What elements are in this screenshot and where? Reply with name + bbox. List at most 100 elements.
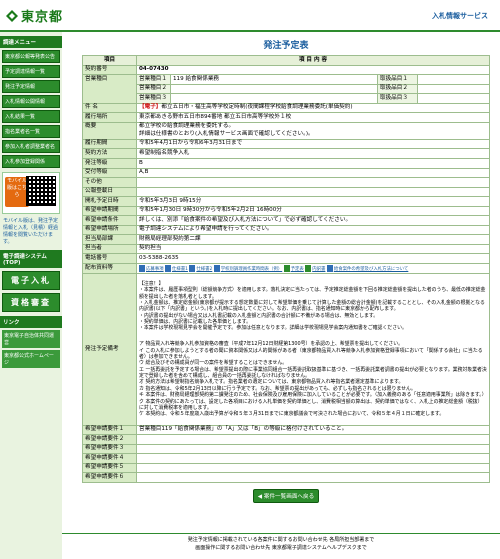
spreadsheet-icon	[283, 264, 290, 272]
row-label: 開札予定日時	[82, 196, 137, 207]
qualification-button[interactable]: 資格審査	[2, 293, 60, 312]
table-row: 希望申請条件 詳しくは、別添「給食案件の希望及び入札方法について」で必ず確認して…	[82, 215, 490, 226]
sub-1-value	[416, 74, 491, 85]
main-content: 発注予定表 項目 項 目 内 容 契約番号 04-07430 営業種目 営業種目…	[82, 34, 491, 503]
table-row: 希望申請場所 電子調達システムにより希望申請を行ってください。	[82, 224, 490, 236]
table-row: 営業種目２ 取扱品目２	[83, 83, 491, 95]
sub-label: 取扱品目２	[376, 83, 418, 95]
table-row: 担当局部課 財務局経理部契約第二課	[82, 234, 490, 245]
table-row: 希望申請要件３	[82, 443, 490, 455]
row-label: 担当者	[82, 243, 137, 255]
sub-2-value	[416, 83, 491, 95]
file-icon	[189, 264, 196, 272]
attachment-link[interactable]: 仕様書2	[189, 264, 212, 272]
mobile-label: モバイル版はこちら	[6, 178, 27, 198]
sidebar-item-bid-info[interactable]: 入札情報公開情報	[2, 95, 60, 108]
tokyo-emblem-icon	[6, 9, 18, 22]
attachment-link[interactable]: 学校別調理員作業時間表（例）	[213, 264, 282, 272]
attachments: 応募事項 仕様書1 仕様書2 学校別調理員作業時間表（例） 予定表 内訳書 給食…	[136, 263, 490, 274]
row-label: 件 名	[82, 102, 137, 114]
sub-3-value	[416, 93, 491, 104]
cond4-value	[136, 453, 490, 464]
tokyo-logo[interactable]: 東京都	[6, 6, 63, 25]
sidebar-item-participants[interactable]: 参加入札者調整業者名	[2, 140, 60, 153]
row-label: 公報登載日	[82, 186, 137, 198]
cond2-value	[136, 434, 490, 445]
cond-value: 詳しくは、別添「給食案件の希望及び入札方法について」で必ず確認してください。	[136, 215, 490, 226]
footer-line-2: 画面操作に関するお問い合わせ先 東京都電子調達システムヘルプデスクまで	[195, 545, 367, 551]
attachment-link[interactable]: 応募事項	[139, 264, 164, 272]
sub-label: 取扱品目１	[376, 74, 418, 85]
link-official-site[interactable]: 東京都公式ホームページ	[2, 350, 60, 368]
links-heading: リンク	[0, 316, 62, 328]
table-row: 公報登載日	[82, 186, 490, 198]
back-to-list-button[interactable]: ◀ 案件一覧画面へ戻る	[253, 488, 319, 503]
row-label: 希望申請要件４	[82, 453, 137, 464]
sidebar-item-registration[interactable]: 入札参加登録関係	[2, 155, 60, 168]
other-value	[136, 177, 490, 188]
file-icon	[213, 264, 220, 272]
grade-value: B	[136, 158, 490, 169]
sidebar-item-order-plan[interactable]: 発注予定情報	[2, 80, 60, 93]
column-item: 項目	[82, 55, 137, 66]
table-row: 発注等級 B	[82, 158, 490, 169]
sidebar-item-results[interactable]: 入札結果一覧	[2, 110, 60, 123]
table-header: 項目 項 目 内 容	[82, 55, 490, 66]
logo-text: 東京都	[21, 10, 64, 25]
person-value: 契約担当	[136, 243, 490, 255]
link-e-government[interactable]: 東京電子自治体共同運営	[2, 330, 60, 348]
notes-conditions: ア 物品買入れ等競争入札参加資格の審査（平成7年12月12日財経第1300号）を…	[139, 341, 487, 418]
attachment-link[interactable]: 給食案件の希望及び入札方法について	[326, 264, 408, 272]
row-label: その他	[82, 177, 137, 188]
announce-value	[136, 186, 490, 198]
mobile-note: モバイル版は、発注予定情報と入札（見積）経過情報を閲覧いただけます。	[3, 218, 59, 245]
sidebar-item-planned-list[interactable]: 予定調達情報一覧	[2, 65, 60, 78]
spreadsheet-icon	[305, 264, 312, 272]
row-label: 希望申請要件３	[82, 443, 137, 455]
row-label: 概要	[82, 121, 137, 140]
cond6-value	[136, 472, 490, 483]
table-row: 希望申請要件４	[82, 453, 490, 464]
tel-value: 03-5388-2635	[136, 253, 490, 265]
table-row: 受付等級 A,B	[82, 167, 490, 179]
attachment-link[interactable]: 内訳書	[305, 264, 325, 272]
table-row: 発注予定備考 【注意！】 ・本案件は、履歴事項型則（総額競争方式）を適用します。…	[82, 272, 490, 426]
table-row: 件 名 【電子】都立五日市・福生高等学校定時制(夜間課程学校給食調理業務委託(単…	[82, 102, 490, 114]
file-icon	[164, 264, 171, 272]
accept-grade-value: A,B	[136, 167, 490, 179]
subm-value: 電子調達システムにより希望申請を行ってください。	[136, 224, 490, 236]
row-label: 受付等級	[82, 167, 137, 179]
row-label: 配布資料等	[82, 263, 137, 274]
row-label: 希望申請場所	[82, 224, 137, 236]
row-label: 希望申請要件２	[82, 434, 137, 445]
row-label: 担当局部課	[82, 234, 137, 245]
attachment-link[interactable]: 予定表	[283, 264, 304, 272]
sidebar: 調達メニュー 東京都公報等発表公告 予定調達情報一覧 発注予定情報 入札情報公開…	[0, 32, 62, 559]
category-3-value	[170, 93, 378, 104]
sidebar-item-nominees[interactable]: 指名業者名一覧	[2, 125, 60, 138]
sub-label: 営業種目３	[136, 93, 171, 104]
qr-code-icon	[26, 176, 56, 206]
electronic-tag: 【電子】	[139, 104, 162, 111]
category-2-value	[170, 83, 378, 95]
cond3-value	[136, 443, 490, 455]
table-row: 配布資料等 応募事項 仕様書1 仕様書2 学校別調理員作業時間表（例） 予定表 …	[82, 263, 490, 274]
row-label: 発注等級	[82, 158, 137, 169]
sub-label: 営業種目１	[136, 74, 171, 85]
table-row: 希望申請要件５	[82, 462, 490, 474]
system-heading[interactable]: 電子調達システム(TOP)	[0, 250, 62, 268]
sub-label: 取扱品目３	[376, 93, 418, 104]
table-row: 担当者 契約担当	[82, 243, 490, 255]
electronic-bid-button[interactable]: 電子入札	[2, 271, 60, 290]
sidebar-item-gazette[interactable]: 東京都公報等発表公告	[2, 50, 60, 63]
table-row: 営業種目 営業種目１ 119 給食関係業務 取扱品目１	[82, 74, 491, 104]
row-label: 契約方法	[82, 148, 137, 159]
menu-heading: 調達メニュー	[0, 36, 62, 48]
file-icon	[326, 264, 333, 272]
table-row: 履行場所 東京都あきる野市五日市894番地 都立五日市高等学校外１校	[82, 112, 490, 123]
method-value: 希望制指名競争入札	[136, 148, 490, 159]
row-label: 営業種目	[82, 74, 137, 104]
table-row: 概要 都立学校の給食調理業務を委託する。 詳細は仕様書のとおり(入札情報サービス…	[82, 121, 490, 140]
attachment-link[interactable]: 仕様書1	[164, 264, 188, 272]
table-row: その他	[82, 177, 490, 188]
